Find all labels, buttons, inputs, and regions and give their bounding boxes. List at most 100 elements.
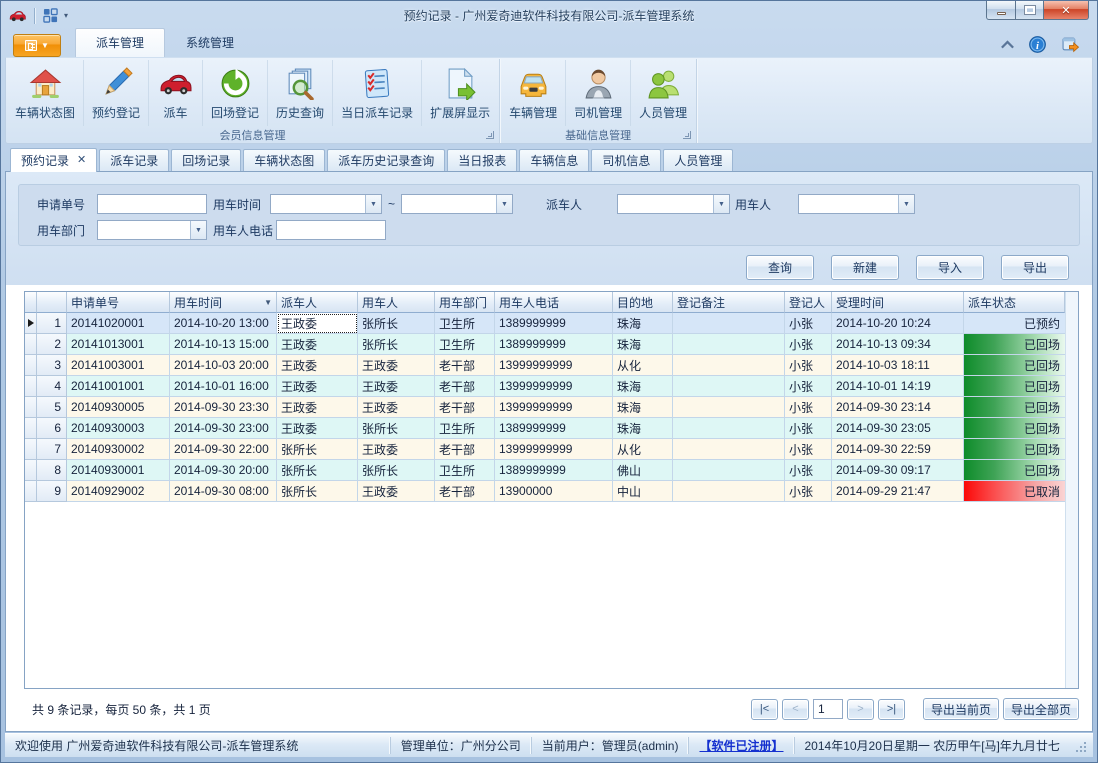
cell-dispatcher[interactable]: 张所长 bbox=[277, 439, 358, 460]
ribbon-button-extend-screen[interactable]: 扩展屏显示 bbox=[422, 60, 498, 126]
dispatcher-combo[interactable]: ▼ bbox=[617, 194, 730, 214]
column-header-dispatcher[interactable]: 派车人 bbox=[277, 292, 358, 313]
cell-order-no[interactable]: 20141001001 bbox=[67, 376, 170, 397]
cell-order-no[interactable]: 20141003001 bbox=[67, 355, 170, 376]
cell-dept[interactable]: 老干部 bbox=[435, 355, 495, 376]
cell-dept[interactable]: 卫生所 bbox=[435, 418, 495, 439]
cell-accept-time[interactable]: 2014-09-30 23:14 bbox=[832, 397, 964, 418]
cell-order-no[interactable]: 20141020001 bbox=[67, 313, 170, 334]
minimize-button[interactable] bbox=[986, 1, 1016, 20]
use-time-from-combo[interactable]: ▼ bbox=[270, 194, 382, 214]
dept-combo[interactable]: ▼ bbox=[97, 220, 207, 240]
cell-use-time[interactable]: 2014-10-03 20:00 bbox=[170, 355, 277, 376]
query-button[interactable]: 查询 bbox=[746, 255, 814, 280]
cell-remark[interactable] bbox=[673, 334, 785, 355]
dept-input[interactable] bbox=[98, 221, 190, 239]
cell-dispatcher[interactable]: 王政委 bbox=[277, 355, 358, 376]
cell-order-no[interactable]: 20140930002 bbox=[67, 439, 170, 460]
cell-user[interactable]: 张所长 bbox=[358, 418, 435, 439]
cell-use-time[interactable]: 2014-09-30 08:00 bbox=[170, 481, 277, 502]
column-header-order_no[interactable]: 申请单号 bbox=[67, 292, 170, 313]
document-tab-车辆信息[interactable]: 车辆信息 bbox=[519, 149, 589, 171]
column-header-status[interactable]: 派车状态 bbox=[964, 292, 1065, 313]
user-combo[interactable]: ▼ bbox=[798, 194, 915, 214]
ribbon-button-vehicle[interactable]: 车辆管理 bbox=[501, 60, 566, 126]
cell-registrar[interactable]: 小张 bbox=[785, 460, 832, 481]
ribbon-collapse-icon[interactable] bbox=[1000, 37, 1013, 52]
cell-phone[interactable]: 13900000 bbox=[495, 481, 613, 502]
table-row[interactable]: 9201409290022014-09-30 08:00张所长王政委老干部139… bbox=[25, 481, 1065, 502]
column-header-registrar[interactable]: 登记人 bbox=[785, 292, 832, 313]
cell-order-no[interactable]: 20141013001 bbox=[67, 334, 170, 355]
table-row[interactable]: 3201410030012014-10-03 20:00王政委王政委老干部139… bbox=[25, 355, 1065, 376]
ribbon-button-checklist[interactable]: 当日派车记录 bbox=[333, 60, 422, 126]
cell-registrar[interactable]: 小张 bbox=[785, 418, 832, 439]
ribbon-button-pencil[interactable]: 预约登记 bbox=[84, 60, 149, 126]
table-row[interactable]: 4201410010012014-10-01 16:00王政委王政委老干部139… bbox=[25, 376, 1065, 397]
cell-use-time[interactable]: 2014-10-13 15:00 bbox=[170, 334, 277, 355]
cell-accept-time[interactable]: 2014-10-20 10:24 bbox=[832, 313, 964, 334]
column-header-user[interactable]: 用车人 bbox=[358, 292, 435, 313]
cell-dept[interactable]: 卫生所 bbox=[435, 313, 495, 334]
column-header-destination[interactable]: 目的地 bbox=[613, 292, 673, 313]
cell-remark[interactable] bbox=[673, 418, 785, 439]
cell-dispatcher[interactable]: 王政委 bbox=[277, 334, 358, 355]
cell-destination[interactable]: 珠海 bbox=[613, 397, 673, 418]
export-button[interactable]: 导出 bbox=[1001, 255, 1069, 280]
cell-accept-time[interactable]: 2014-09-30 22:59 bbox=[832, 439, 964, 460]
chevron-down-icon[interactable]: ▼ bbox=[713, 195, 729, 213]
ribbon-tab-系统管理[interactable]: 系统管理 bbox=[165, 28, 255, 57]
cell-user[interactable]: 张所长 bbox=[358, 313, 435, 334]
cell-user[interactable]: 张所长 bbox=[358, 334, 435, 355]
table-row[interactable]: 7201409300022014-09-30 22:00张所长王政委老干部139… bbox=[25, 439, 1065, 460]
resize-grip[interactable] bbox=[1074, 739, 1087, 753]
cell-registrar[interactable]: 小张 bbox=[785, 355, 832, 376]
last-page-button[interactable]: >| bbox=[878, 699, 905, 720]
next-page-button[interactable]: > bbox=[847, 699, 874, 720]
cell-registrar[interactable]: 小张 bbox=[785, 334, 832, 355]
cell-phone[interactable]: 13999999999 bbox=[495, 355, 613, 376]
cell-phone[interactable]: 13999999999 bbox=[495, 439, 613, 460]
import-button[interactable]: 导入 bbox=[916, 255, 984, 280]
qat-dropdown-icon[interactable]: ▾ bbox=[64, 11, 68, 20]
document-tab-人员管理[interactable]: 人员管理 bbox=[663, 149, 733, 171]
cell-registrar[interactable]: 小张 bbox=[785, 397, 832, 418]
cell-remark[interactable] bbox=[673, 460, 785, 481]
cell-remark[interactable] bbox=[673, 313, 785, 334]
status-badge[interactable]: 已回场 bbox=[964, 418, 1065, 439]
cell-use-time[interactable]: 2014-09-30 23:30 bbox=[170, 397, 277, 418]
cell-user[interactable]: 王政委 bbox=[358, 397, 435, 418]
cell-use-time[interactable]: 2014-09-30 20:00 bbox=[170, 460, 277, 481]
document-tab-派车历史记录查询[interactable]: 派车历史记录查询 bbox=[327, 149, 445, 171]
cell-phone[interactable]: 1389999999 bbox=[495, 418, 613, 439]
use-time-to-combo[interactable]: ▼ bbox=[401, 194, 513, 214]
cell-phone[interactable]: 13999999999 bbox=[495, 376, 613, 397]
cell-dispatcher[interactable]: 王政委 bbox=[277, 397, 358, 418]
cell-use-time[interactable]: 2014-10-01 16:00 bbox=[170, 376, 277, 397]
status-badge[interactable]: 已回场 bbox=[964, 397, 1065, 418]
cell-destination[interactable]: 佛山 bbox=[613, 460, 673, 481]
cell-dept[interactable]: 卫生所 bbox=[435, 334, 495, 355]
column-header-use_time[interactable]: 用车时间▼ bbox=[170, 292, 277, 313]
cell-dispatcher[interactable]: 张所长 bbox=[277, 460, 358, 481]
ribbon-button-driver[interactable]: 司机管理 bbox=[566, 60, 631, 126]
dispatcher-input[interactable] bbox=[618, 195, 713, 213]
export-all-pages-button[interactable]: 导出全部页 bbox=[1003, 698, 1079, 720]
column-header-phone[interactable]: 用车人电话 bbox=[495, 292, 613, 313]
phone-input[interactable] bbox=[276, 220, 386, 240]
cell-remark[interactable] bbox=[673, 397, 785, 418]
cell-remark[interactable] bbox=[673, 376, 785, 397]
about-icon[interactable] bbox=[1062, 36, 1079, 53]
status-badge[interactable]: 已回场 bbox=[964, 334, 1065, 355]
cell-dispatcher[interactable]: 王政委 bbox=[277, 418, 358, 439]
cell-destination[interactable]: 珠海 bbox=[613, 313, 673, 334]
cell-remark[interactable] bbox=[673, 355, 785, 376]
cell-dispatcher[interactable]: 张所长 bbox=[277, 481, 358, 502]
cell-accept-time[interactable]: 2014-10-13 09:34 bbox=[832, 334, 964, 355]
status-badge[interactable]: 已预约 bbox=[964, 313, 1065, 334]
create-button[interactable]: 新建 bbox=[831, 255, 899, 280]
cell-destination[interactable]: 珠海 bbox=[613, 376, 673, 397]
cell-dept[interactable]: 老干部 bbox=[435, 439, 495, 460]
cell-user[interactable]: 王政委 bbox=[358, 481, 435, 502]
title-bar[interactable]: ▾ 预约记录 - 广州爱奇迪软件科技有限公司-派车管理系统 ✕ bbox=[1, 1, 1097, 30]
